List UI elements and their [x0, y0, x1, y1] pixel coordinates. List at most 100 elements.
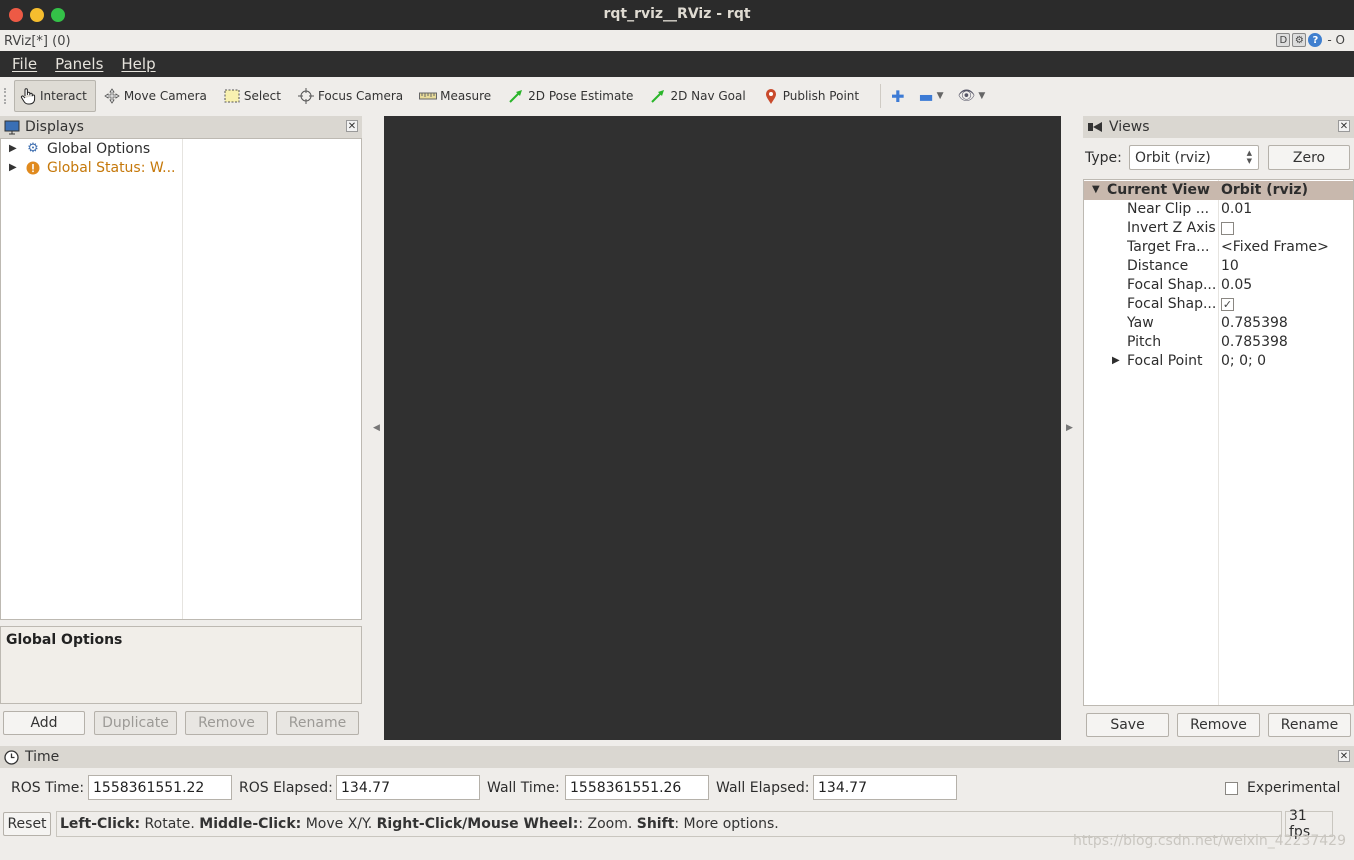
tree-item-global-status[interactable]: ▶ Global Status: W...	[1, 158, 175, 177]
menu-panels[interactable]: Panels	[55, 55, 103, 73]
close-icon[interactable]: ✕	[1338, 120, 1350, 132]
property-value-cell: ✓	[1221, 296, 1234, 312]
gear-icon[interactable]: ⚙	[1292, 33, 1307, 47]
hint-text: : Zoom.	[578, 816, 637, 832]
focal-shape-checkbox[interactable]: ✓	[1221, 297, 1234, 311]
tool-2d-pose-estimate-button[interactable]: 2D Pose Estimate	[502, 80, 642, 112]
time-panel-header: Time ✕	[0, 746, 1354, 768]
tool-select-button[interactable]: Select	[218, 80, 290, 112]
menu-file[interactable]: File	[12, 55, 37, 73]
watermark-text: https://blog.csdn.net/weixin_42237429	[1072, 833, 1346, 849]
tool-2d-nav-goal-button[interactable]: 2D Nav Goal	[644, 80, 754, 112]
expand-arrow-icon[interactable]: ▶	[9, 162, 21, 173]
description-title: Global Options	[6, 632, 123, 648]
property-row-focal-shape-size[interactable]: Focal Shap... 0.05	[1084, 276, 1353, 295]
experimental-label: Experimental	[1247, 780, 1341, 796]
property-value[interactable]: 0.01	[1221, 201, 1252, 217]
experimental-option[interactable]: Experimental	[1225, 775, 1340, 801]
property-value: Orbit (rviz)	[1221, 182, 1308, 198]
property-value[interactable]: <Fixed Frame>	[1221, 239, 1329, 255]
tool-label: Focus Camera	[317, 89, 404, 103]
expand-arrow-icon[interactable]: ▶	[1112, 355, 1120, 366]
save-view-button[interactable]: Save	[1086, 713, 1169, 737]
hint-key: Shift	[636, 816, 675, 832]
hint-key: Middle-Click:	[199, 816, 302, 832]
property-value[interactable]: 10	[1221, 258, 1239, 274]
invert-z-checkbox[interactable]	[1221, 221, 1234, 235]
collapse-right-icon[interactable]: ▶	[1066, 423, 1073, 433]
remove-display-button[interactable]: Remove	[185, 711, 268, 735]
property-row-yaw[interactable]: Yaw 0.785398	[1084, 314, 1353, 333]
property-value[interactable]: 0.785398	[1221, 315, 1288, 331]
property-value[interactable]: 0.785398	[1221, 334, 1288, 350]
tool-focus-camera-button[interactable]: Focus Camera	[292, 80, 412, 112]
ros-time-field[interactable]: 1558361551.22	[88, 775, 232, 800]
displays-tree[interactable]: ▶ ⚙ Global Options ▶ Global Status: W...	[0, 138, 362, 620]
spin-arrows-icon: ▲ ▼	[1246, 149, 1252, 165]
add-tool-button[interactable]: ✚	[891, 87, 904, 106]
tool-measure-button[interactable]: Measure	[414, 80, 500, 112]
rename-view-button[interactable]: Rename	[1268, 713, 1351, 737]
ruler-icon	[419, 87, 438, 105]
property-row-focal-shape-fixed[interactable]: Focal Shap... ✓	[1084, 295, 1353, 314]
window-titlebar: rqt_rviz__RViz - rqt	[0, 0, 1354, 30]
property-row-near-clip[interactable]: Near Clip ... 0.01	[1084, 200, 1353, 219]
property-key: Focal Shap...	[1127, 296, 1217, 312]
property-value[interactable]: 0; 0; 0	[1221, 353, 1266, 369]
view-type-label: Type:	[1085, 150, 1122, 166]
collapse-arrow-icon[interactable]: ▼	[1092, 184, 1100, 195]
focus-camera-icon	[297, 87, 315, 105]
wall-elapsed-label: Wall Elapsed:	[716, 780, 810, 796]
property-key: Focal Point	[1127, 353, 1203, 369]
tool-move-camera-button[interactable]: Move Camera	[98, 80, 216, 112]
render-viewport[interactable]	[384, 116, 1061, 740]
property-row-focal-point[interactable]: ▶ Focal Point 0; 0; 0	[1084, 352, 1353, 371]
duplicate-display-button[interactable]: Duplicate	[94, 711, 177, 735]
toolbar-grip[interactable]	[4, 88, 8, 104]
reset-button[interactable]: Reset	[3, 812, 51, 836]
zero-view-button[interactable]: Zero	[1268, 145, 1350, 170]
property-row-distance[interactable]: Distance 10	[1084, 257, 1353, 276]
gear-icon: ⚙	[27, 141, 39, 156]
collapse-left-icon[interactable]: ◀	[373, 423, 380, 433]
remove-view-button[interactable]: Remove	[1177, 713, 1260, 737]
property-value[interactable]: 0.05	[1221, 277, 1252, 293]
property-key: Current View	[1107, 182, 1210, 198]
menu-help[interactable]: Help	[121, 55, 155, 73]
ros-elapsed-label: ROS Elapsed:	[239, 780, 333, 796]
property-key: Target Fra...	[1127, 239, 1210, 255]
rename-display-button[interactable]: Rename	[276, 711, 359, 735]
tool-publish-point-button[interactable]: Publish Point	[757, 80, 868, 112]
view-menu-button[interactable]: 👁 ▼	[958, 88, 986, 104]
remove-tool-button[interactable]: ▬ ▼	[919, 87, 944, 106]
tool-interact-button[interactable]: Interact	[14, 80, 96, 112]
toolbar-separator	[880, 84, 882, 108]
help-icon[interactable]: ?	[1308, 33, 1323, 47]
current-view-row[interactable]: ▼ Current View Orbit (rviz)	[1084, 181, 1353, 200]
close-icon[interactable]: ✕	[1338, 750, 1350, 762]
property-row-pitch[interactable]: Pitch 0.785398	[1084, 333, 1353, 352]
view-type-select[interactable]: Orbit (rviz) ▲ ▼	[1129, 145, 1259, 170]
plugin-window-controls[interactable]: - O	[1324, 33, 1348, 47]
ros-elapsed-field[interactable]: 134.77	[336, 775, 480, 800]
move-camera-icon	[103, 87, 121, 105]
dock-icon[interactable]: D	[1276, 33, 1291, 47]
pose-arrow-icon	[507, 87, 525, 105]
wall-elapsed-field[interactable]: 134.77	[813, 775, 957, 800]
close-icon[interactable]: ✕	[346, 120, 358, 132]
tree-item-global-options[interactable]: ▶ ⚙ Global Options	[1, 139, 150, 158]
views-property-tree[interactable]: ▼ Current View Orbit (rviz) Near Clip ..…	[1083, 179, 1354, 706]
minus-icon: ▬	[918, 86, 934, 106]
displays-panel-title: Displays	[25, 119, 84, 135]
property-row-target-frame[interactable]: Target Fra... <Fixed Frame>	[1084, 238, 1353, 257]
tool-label: Move Camera	[123, 89, 207, 103]
time-panel-title: Time	[25, 749, 60, 765]
property-row-invert-z-axis[interactable]: Invert Z Axis	[1084, 219, 1353, 238]
experimental-checkbox[interactable]	[1225, 781, 1238, 795]
property-key: Yaw	[1127, 315, 1154, 331]
add-display-button[interactable]: Add	[3, 711, 85, 735]
expand-arrow-icon[interactable]: ▶	[9, 143, 21, 154]
wall-time-field[interactable]: 1558361551.26	[565, 775, 709, 800]
window-title: rqt_rviz__RViz - rqt	[603, 6, 751, 22]
view-type-value: Orbit (rviz)	[1135, 149, 1211, 166]
